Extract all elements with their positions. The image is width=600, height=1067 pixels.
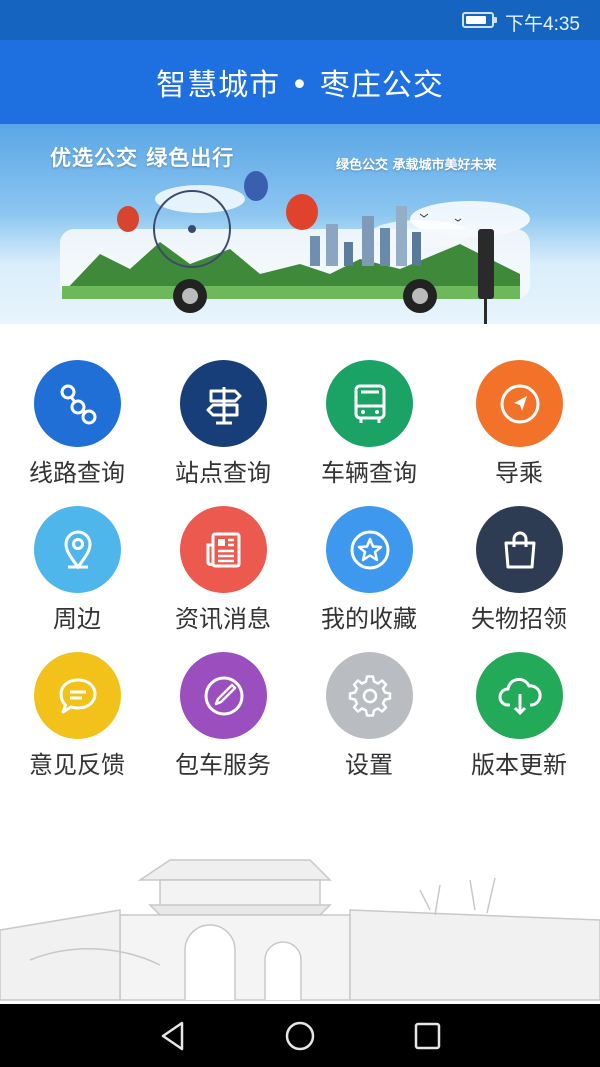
menu-label: 车辆查询 <box>321 459 417 487</box>
system-nav-bar <box>0 1004 600 1067</box>
menu-item-update[interactable]: 版本更新 <box>446 632 592 779</box>
menu-item-news[interactable]: 资讯消息 <box>150 486 296 633</box>
menu-label: 站点查询 <box>175 459 271 487</box>
menu-label: 我的收藏 <box>321 605 417 633</box>
bag-icon <box>476 506 563 593</box>
bus-icon <box>326 360 413 447</box>
status-time: 下午4:35 <box>505 14 580 35</box>
banner-slogan-sub: 绿色公交 承载城市美好未来 <box>336 158 497 173</box>
star-icon <box>326 506 413 593</box>
menu-item-stop-query[interactable]: 站点查询 <box>150 340 296 487</box>
promo-banner[interactable]: 优选公交 绿色出行 绿色公交 承载城市美好未来 <box>0 124 600 324</box>
recent-apps-icon[interactable] <box>407 1018 447 1054</box>
app-header: 智慧城市 • 枣庄公交 <box>0 40 600 124</box>
menu-item-navigation[interactable]: 导乘 <box>446 340 592 487</box>
menu-item-charter[interactable]: 包车服务 <box>150 632 296 779</box>
menu-item-nearby[interactable]: 周边 <box>4 486 150 633</box>
menu-item-route-query[interactable]: 线路查询 <box>4 340 150 487</box>
compass-icon <box>476 360 563 447</box>
menu-label: 包车服务 <box>175 751 271 779</box>
page-title: 智慧城市 • 枣庄公交 <box>156 68 444 103</box>
menu-label: 资讯消息 <box>175 605 271 633</box>
menu-item-feedback[interactable]: 意见反馈 <box>4 632 150 779</box>
menu-label: 周边 <box>53 605 101 633</box>
city-gate-illustration <box>0 800 600 1005</box>
home-icon[interactable] <box>280 1018 320 1054</box>
chat-icon <box>34 652 121 739</box>
menu-item-settings[interactable]: 设置 <box>296 632 442 779</box>
menu-item-lost-found[interactable]: 失物招领 <box>446 486 592 633</box>
menu-label: 设置 <box>345 751 393 779</box>
location-pin-icon <box>34 506 121 593</box>
status-bar: 下午4:35 <box>0 0 600 40</box>
gear-icon <box>326 652 413 739</box>
edit-icon <box>180 652 267 739</box>
battery-icon <box>462 12 497 28</box>
menu-item-vehicle-query[interactable]: 车辆查询 <box>296 340 442 487</box>
banner-slogan-main: 优选公交 绿色出行 <box>50 146 235 170</box>
menu-label: 版本更新 <box>471 751 567 779</box>
menu-label: 失物招领 <box>471 605 567 633</box>
menu-label: 意见反馈 <box>29 751 125 779</box>
cloud-download-icon <box>476 652 563 739</box>
menu-label: 线路查询 <box>29 459 125 487</box>
back-icon[interactable] <box>153 1018 193 1054</box>
menu-label: 导乘 <box>495 459 543 487</box>
menu-item-favorites[interactable]: 我的收藏 <box>296 486 442 633</box>
news-icon <box>180 506 267 593</box>
route-icon <box>34 360 121 447</box>
signpost-icon <box>180 360 267 447</box>
